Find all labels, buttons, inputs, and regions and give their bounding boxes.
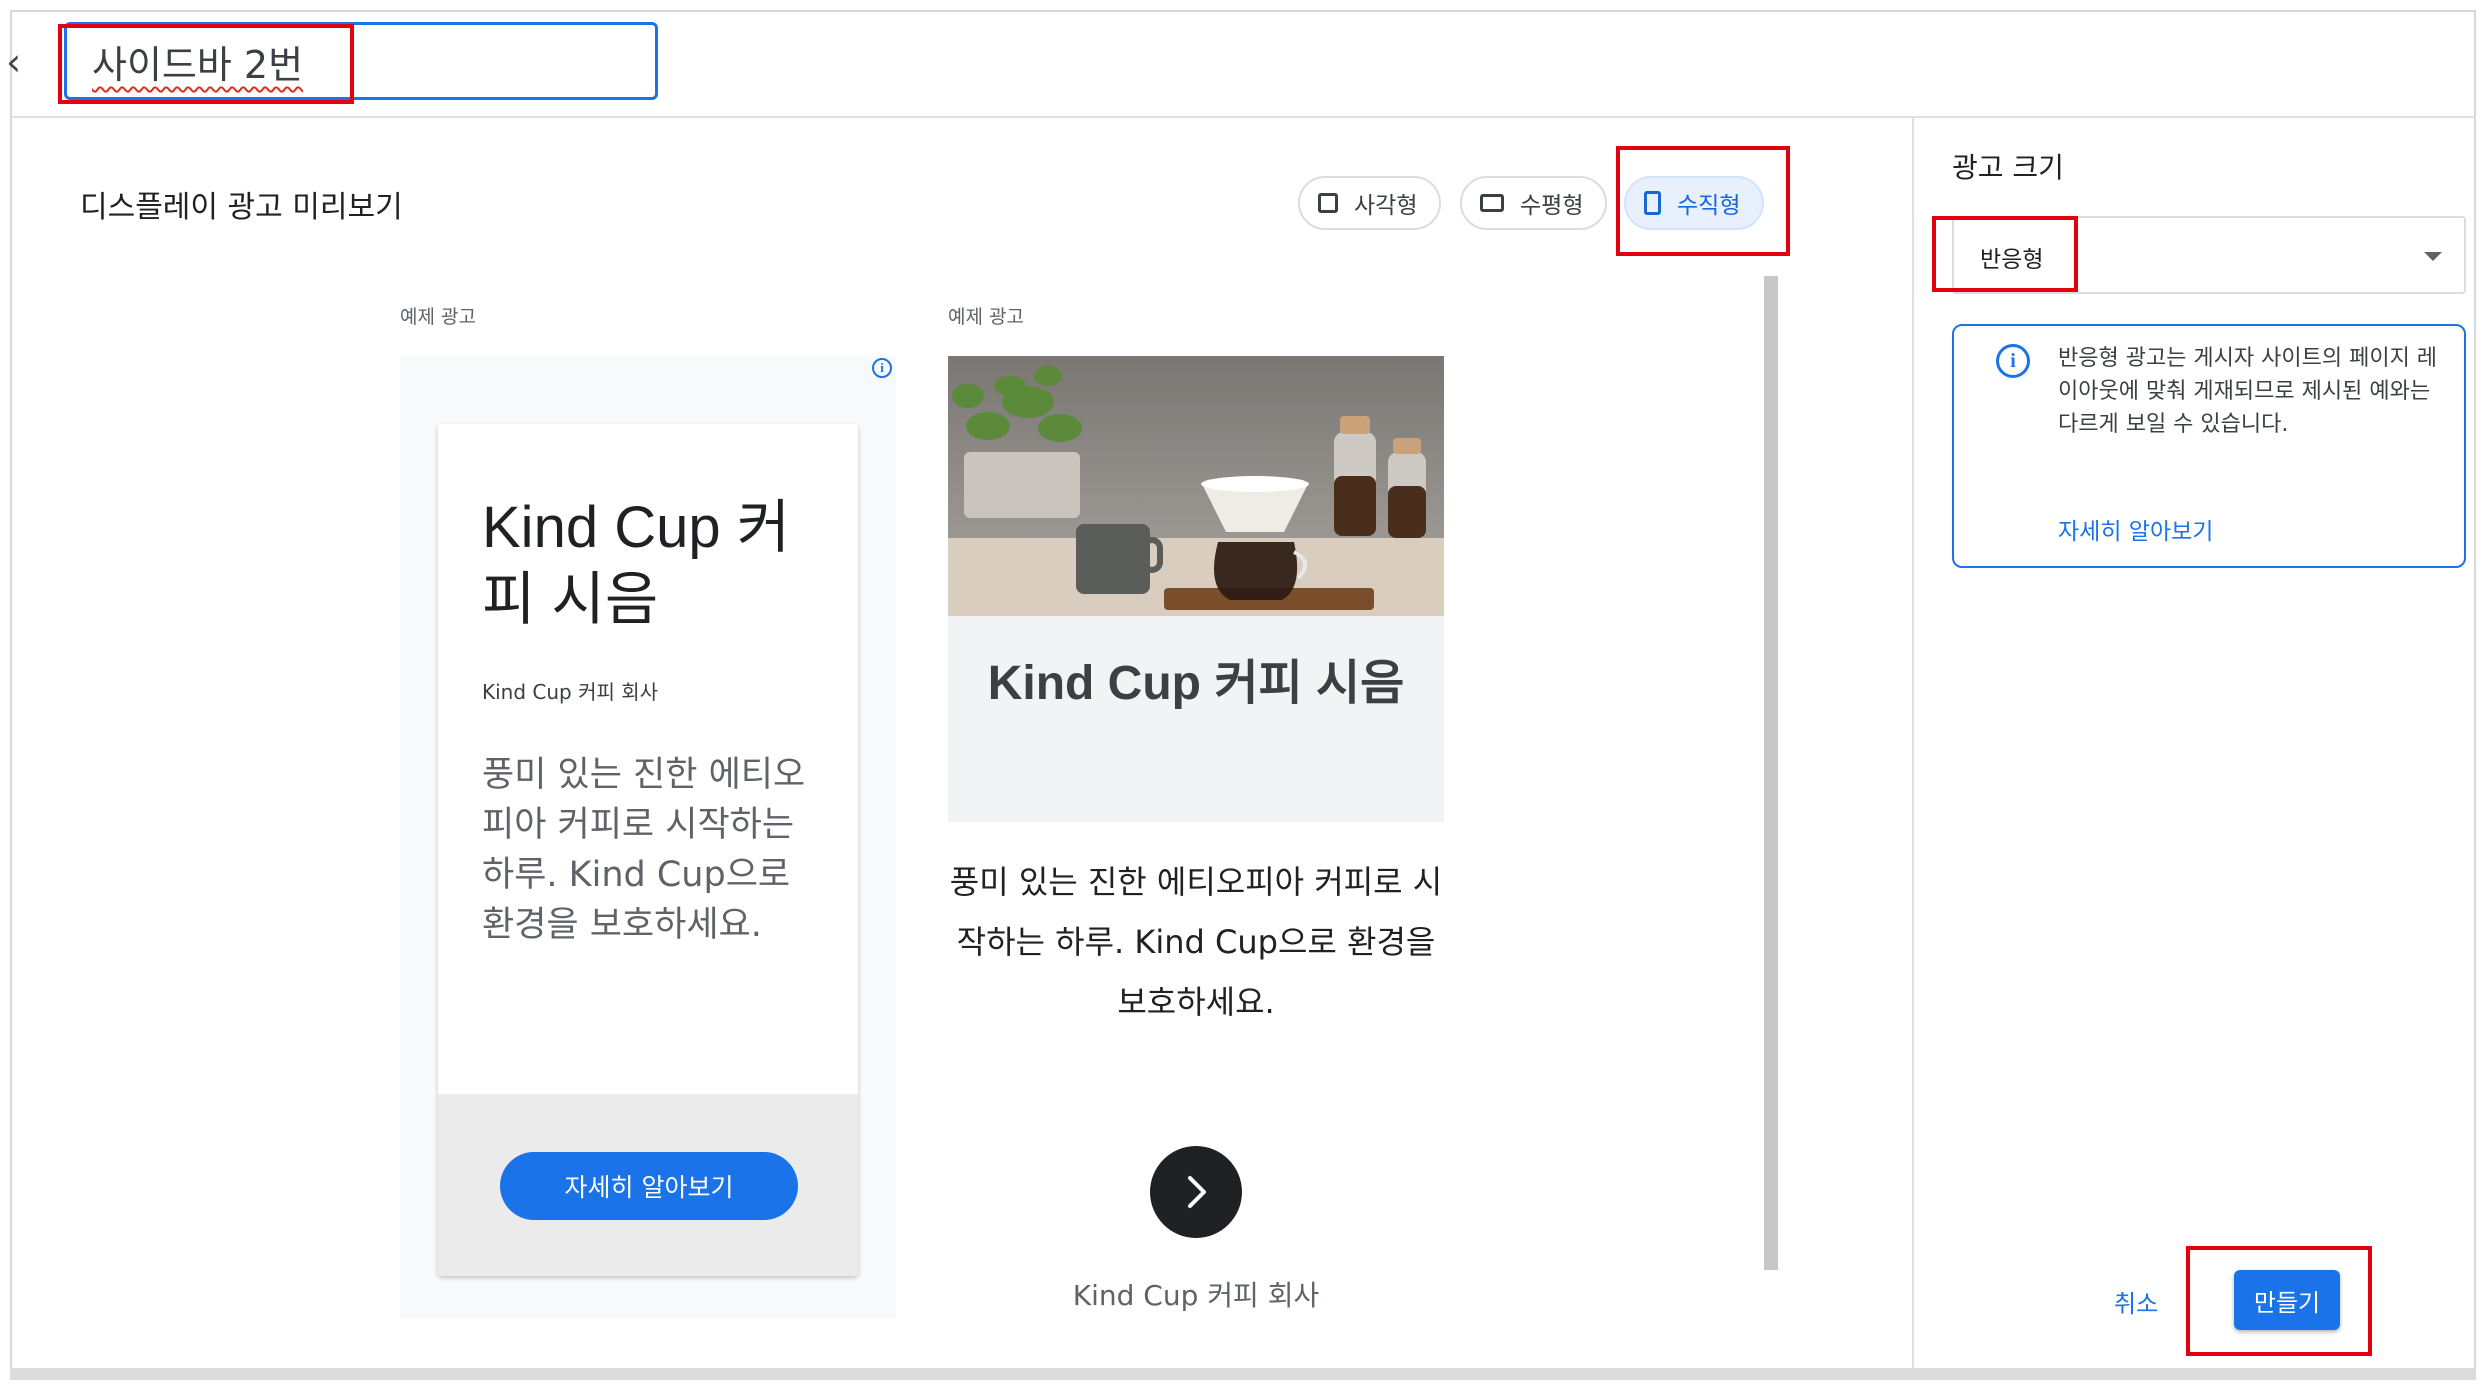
shape-chip-label: 수직형 — [1677, 193, 1741, 219]
ad-learn-more-button[interactable]: 자세히 알아보기 — [500, 1152, 798, 1220]
ad-headline: Kind Cup 커피 시음 — [482, 495, 791, 632]
window-bottom-bar — [10, 1368, 2476, 1380]
vertical-shape-icon — [1644, 191, 1661, 215]
sample-ad-label: 예제 광고 — [948, 306, 1024, 328]
learn-more-link[interactable]: 자세히 알아보기 — [2058, 512, 2213, 546]
ad-description: 풍미 있는 진한 에티오피아 커피로 시작하는 하루. Kind Cup으로 환… — [482, 755, 806, 945]
shape-chip-vertical[interactable]: 수직형 — [1624, 176, 1765, 230]
cancel-button[interactable]: 취소 — [2114, 1284, 2158, 1319]
coffee-dripper-photo — [948, 356, 1444, 616]
back-arrow-icon[interactable]: ‹ — [6, 40, 21, 84]
horizontal-shape-icon — [1480, 194, 1504, 212]
chevron-right-icon[interactable] — [1150, 1146, 1242, 1238]
preview-title: 디스플레이 광고 미리보기 — [80, 190, 403, 225]
panel-divider — [1912, 116, 1914, 1368]
preview-scrollbar[interactable] — [1764, 276, 1778, 1270]
ad-headline-band: Kind Cup 커피 시음 — [948, 616, 1444, 822]
shape-chip-label: 사각형 — [1354, 193, 1418, 219]
ad-name-value[interactable]: 사이드바 2번 — [92, 34, 303, 89]
ad-card: Kind Cup 커피 시음 Kind Cup 커피 회사 풍미 있는 진한 에… — [438, 424, 858, 1276]
ad-description: 풍미 있는 진한 에티오피아 커피로 시작하는 하루. Kind Cup으로 환… — [949, 863, 1443, 1021]
create-button[interactable]: 만들기 — [2234, 1270, 2340, 1330]
shape-chip-label: 수평형 — [1520, 193, 1584, 219]
ad-size-select-value[interactable]: 반응형 — [1980, 240, 2043, 274]
responsive-notice-text: 반응형 광고는 게시자 사이트의 페이지 레이아웃에 맞춰 게재되므로 제시된 … — [2058, 346, 2438, 437]
shape-chip-square[interactable]: 사각형 — [1298, 176, 1442, 230]
square-shape-icon — [1318, 193, 1338, 213]
ad-company-name: Kind Cup 커피 회사 — [1072, 1279, 1320, 1312]
ad-info-icon[interactable]: i — [872, 358, 892, 378]
ad-company-name: Kind Cup 커피 회사 — [482, 680, 659, 704]
sample-ad-label: 예제 광고 — [400, 306, 476, 328]
info-icon: i — [1996, 344, 2030, 378]
header-divider — [10, 116, 2476, 118]
ad-size-title: 광고 크기 — [1952, 151, 2064, 184]
dropdown-caret-icon[interactable] — [2424, 252, 2442, 261]
shape-chip-horizontal[interactable]: 수평형 — [1460, 176, 1608, 230]
ad-headline: Kind Cup 커피 시음 — [987, 657, 1405, 710]
